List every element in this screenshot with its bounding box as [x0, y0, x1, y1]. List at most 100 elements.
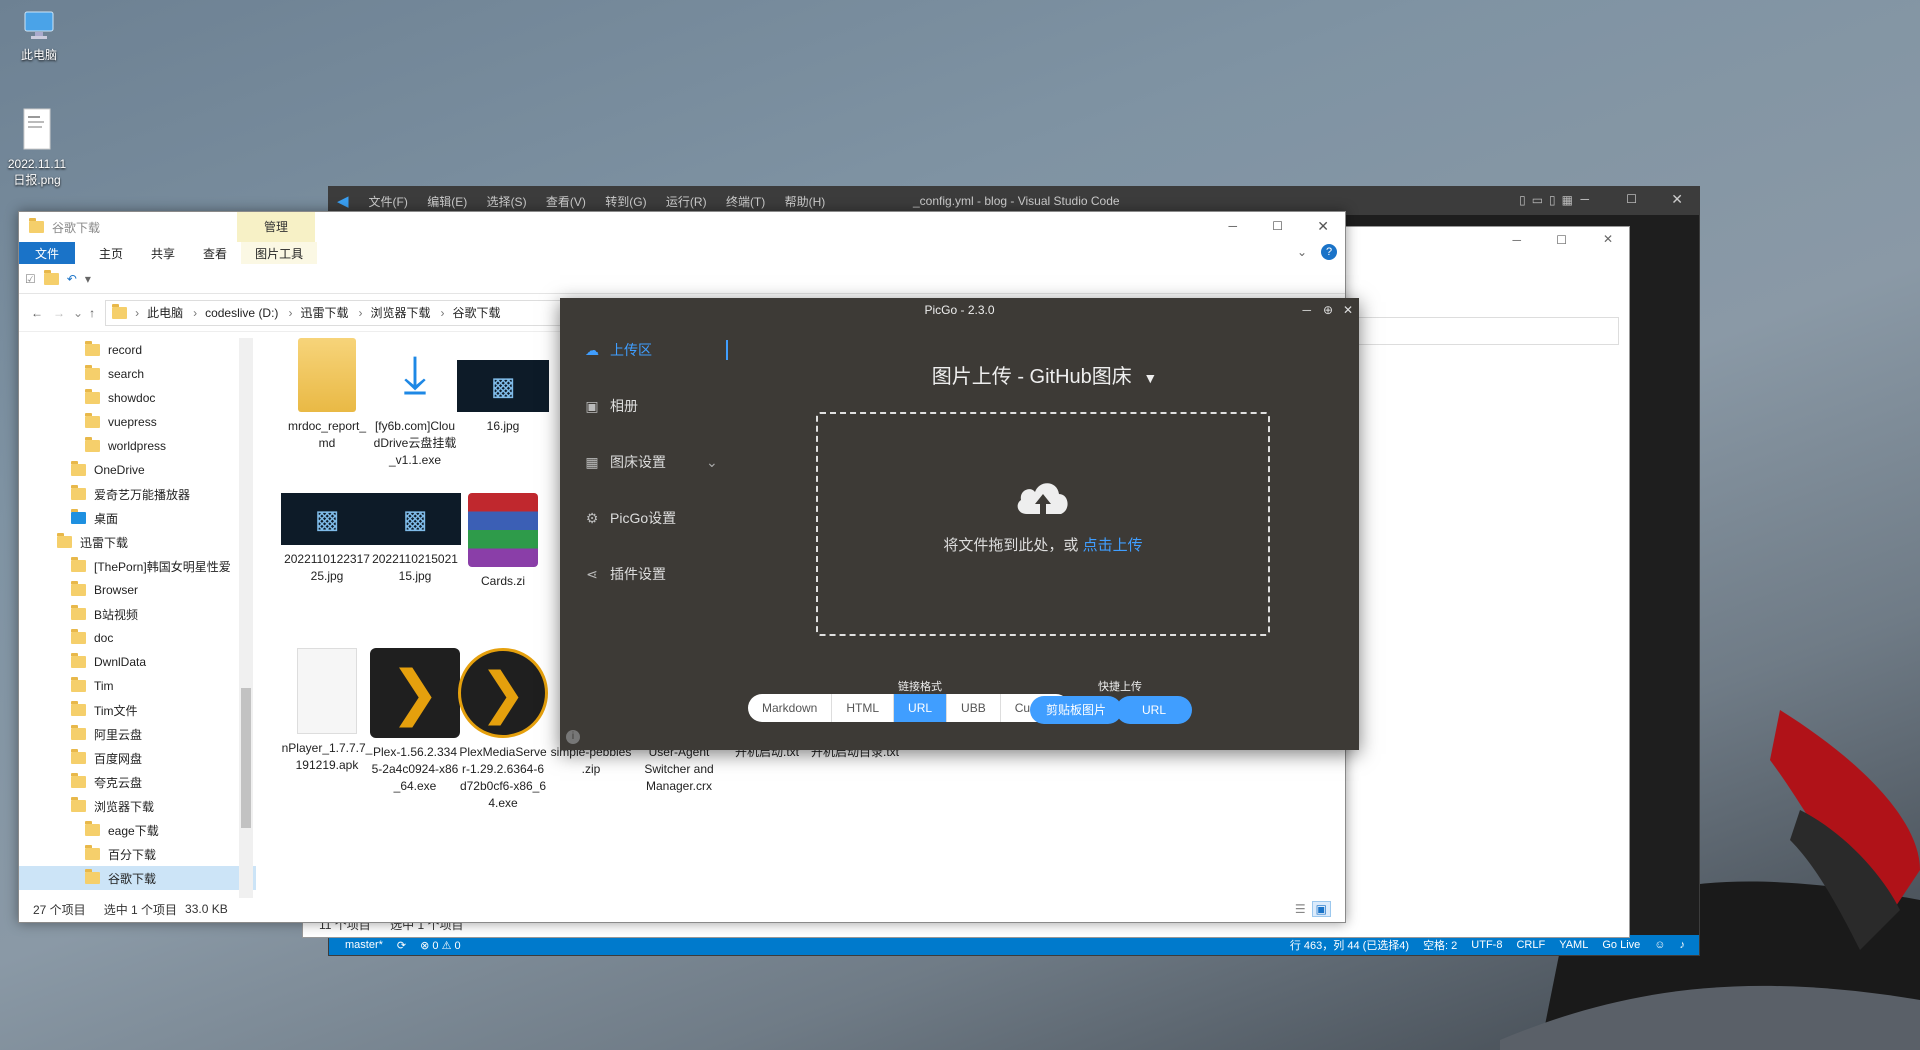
- layout-icons[interactable]: ▯▭▯▦: [1519, 193, 1579, 207]
- language-mode[interactable]: YAML: [1559, 939, 1588, 951]
- desktop-icon-this-pc[interactable]: 此电脑: [4, 8, 74, 63]
- format-option[interactable]: HTML: [832, 694, 895, 722]
- forward-icon[interactable]: →: [53, 306, 65, 320]
- tree-item[interactable]: 桌面: [19, 506, 256, 530]
- tree-item[interactable]: 迅雷下载: [19, 530, 256, 554]
- tab-home[interactable]: 主页: [85, 242, 137, 264]
- maximize-button[interactable]: ☐: [1626, 192, 1637, 206]
- menu-item[interactable]: 运行(R): [666, 195, 707, 209]
- format-option[interactable]: Markdown: [748, 694, 833, 722]
- undo-icon[interactable]: ↶: [67, 272, 77, 286]
- format-option[interactable]: UBB: [947, 694, 1001, 722]
- tree-item[interactable]: record: [19, 338, 256, 362]
- picgo-nav-item[interactable]: ☁ 上传区: [560, 322, 730, 378]
- feedback-icon[interactable]: ☺: [1654, 939, 1665, 951]
- tree-item[interactable]: 百分下载: [19, 842, 256, 866]
- minimize-button[interactable]: ─: [1228, 219, 1237, 233]
- upload-heading[interactable]: 图片上传 - GitHub图床 ▼: [730, 360, 1359, 389]
- drop-zone[interactable]: 将文件拖到此处，或 点击上传: [816, 412, 1270, 636]
- picgo-nav-item[interactable]: ▦ 图床设置 ⌄: [560, 434, 730, 490]
- breadcrumb-item[interactable]: codeslive (D:): [205, 306, 278, 320]
- breadcrumb-item[interactable]: 谷歌下载: [452, 304, 500, 321]
- pin-icon[interactable]: ⊕: [1323, 298, 1333, 322]
- tree-item[interactable]: 谷歌下载: [19, 866, 256, 890]
- close-button[interactable]: ✕: [1317, 218, 1329, 235]
- cursor-position[interactable]: 行 463，列 44 (已选择4): [1290, 937, 1409, 953]
- format-option[interactable]: URL: [894, 694, 948, 722]
- address-field[interactable]: [1349, 317, 1619, 345]
- menu-item[interactable]: 终端(T): [726, 195, 765, 209]
- close-button[interactable]: ✕: [1343, 298, 1353, 322]
- tree-item[interactable]: 百度网盘: [19, 746, 256, 770]
- picgo-nav-item[interactable]: ⋖ 插件设置: [560, 546, 730, 602]
- up-icon[interactable]: ↑: [89, 306, 95, 320]
- picgo-window[interactable]: PicGo - 2.3.0 ─ ⊕ ✕ ☁ 上传区 ▣ 相册 ▦ 图床设置 ⌄ ⚙ PicGo设…: [560, 298, 1359, 750]
- tree-item[interactable]: vuepress: [19, 410, 256, 434]
- tree-item[interactable]: OneDrive: [19, 458, 256, 482]
- menu-item[interactable]: 文件(F): [369, 195, 408, 209]
- encoding[interactable]: UTF-8: [1471, 939, 1502, 951]
- tree-scrollbar[interactable]: [239, 338, 253, 898]
- picgo-nav-item[interactable]: ⚙ PicGo设置: [560, 490, 730, 546]
- new-folder-icon[interactable]: [43, 269, 59, 285]
- clipboard-upload-button[interactable]: 剪贴板图片: [1030, 696, 1123, 724]
- tab-file[interactable]: 文件: [19, 242, 76, 264]
- tree-item[interactable]: DwnlData: [19, 650, 256, 674]
- click-upload-link[interactable]: 点击上传: [1083, 537, 1143, 554]
- menu-item[interactable]: 帮助(H): [785, 195, 826, 209]
- menu-item[interactable]: 编辑(E): [427, 195, 467, 209]
- file-item[interactable]: User-Agent Switcher and Manager.crx: [629, 744, 729, 795]
- file-item[interactable]: mrdoc_report_ md: [277, 338, 377, 452]
- picgo-nav-item[interactable]: ▣ 相册: [560, 378, 730, 434]
- file-item[interactable]: ❯ PlexMediaServe r-1.29.2.6364-6 d72b0cf6…: [453, 648, 553, 812]
- help-icon[interactable]: ?: [1321, 242, 1345, 264]
- tree-item[interactable]: search: [19, 362, 256, 386]
- branch-indicator[interactable]: master*: [345, 939, 383, 951]
- customize-icon[interactable]: ▾: [85, 272, 91, 286]
- navigation-tree[interactable]: record search showdoc vuepress worldpress One…: [19, 338, 256, 898]
- go-live-button[interactable]: Go Live: [1602, 939, 1640, 951]
- eol[interactable]: CRLF: [1516, 939, 1545, 951]
- file-item[interactable]: ❯ Plex-1.56.2.334 5-2a4c0924-x86 _64.exe: [365, 648, 465, 795]
- desktop-icon-report-png[interactable]: 2022.11.11 日报.png: [2, 108, 72, 188]
- tree-item[interactable]: worldpress: [19, 434, 256, 458]
- tree-item[interactable]: eage下载: [19, 818, 256, 842]
- manage-contextual-tab[interactable]: 管理: [237, 212, 315, 242]
- menu-item[interactable]: 选择(S): [487, 195, 527, 209]
- file-item[interactable]: ⤓ [fy6b.com]Clou dDrive云盘挂载 _v1.1.exe: [365, 338, 465, 469]
- breadcrumb-item[interactable]: 浏览器下载: [370, 304, 430, 321]
- problems-indicator[interactable]: ⊗ 0 ⚠ 0: [420, 939, 460, 952]
- tab-share[interactable]: 共享: [137, 242, 189, 264]
- properties-icon[interactable]: ☑: [25, 272, 36, 286]
- tree-item[interactable]: 爱奇艺万能播放器: [19, 482, 256, 506]
- minimize-button[interactable]: ─: [1302, 298, 1311, 322]
- file-item[interactable]: Cards.zi: [453, 493, 553, 590]
- maximize-button[interactable]: ☐: [1556, 233, 1567, 247]
- menu-item[interactable]: 查看(V): [546, 195, 586, 209]
- tree-item[interactable]: [ThePorn]韩国女明星性爱: [19, 554, 256, 578]
- tree-item[interactable]: showdoc: [19, 386, 256, 410]
- large-icons-view-icon[interactable]: ▣: [1311, 901, 1331, 917]
- maximize-button[interactable]: ☐: [1272, 219, 1283, 233]
- tree-item[interactable]: doc: [19, 626, 256, 650]
- file-item[interactable]: ▩ 16.jpg: [453, 338, 553, 435]
- back-icon[interactable]: ←: [31, 306, 43, 320]
- minimize-button[interactable]: ─: [1580, 192, 1589, 206]
- breadcrumb-item[interactable]: 迅雷下载: [300, 304, 348, 321]
- tree-item[interactable]: B站视频: [19, 602, 256, 626]
- tree-item[interactable]: Browser: [19, 578, 256, 602]
- chevron-down-icon[interactable]: ⌄: [1283, 242, 1321, 264]
- tab-picture-tools[interactable]: 图片工具: [241, 242, 318, 264]
- tree-item[interactable]: 阿里云盘: [19, 722, 256, 746]
- close-button[interactable]: ✕: [1671, 191, 1683, 208]
- details-view-icon[interactable]: ☰: [1295, 902, 1306, 916]
- sync-icon[interactable]: ⟳: [397, 939, 406, 952]
- tree-item[interactable]: Tim: [19, 674, 256, 698]
- tree-item[interactable]: 夸克云盘: [19, 770, 256, 794]
- tree-item[interactable]: 浏览器下载: [19, 794, 256, 818]
- minimize-button[interactable]: ─: [1512, 233, 1521, 247]
- bell-icon[interactable]: ♪: [1680, 939, 1686, 951]
- info-icon[interactable]: i: [566, 730, 580, 744]
- breadcrumb-item[interactable]: 此电脑: [147, 304, 183, 321]
- file-item[interactable]: ▩ 2022110122317 25.jpg: [277, 493, 377, 585]
